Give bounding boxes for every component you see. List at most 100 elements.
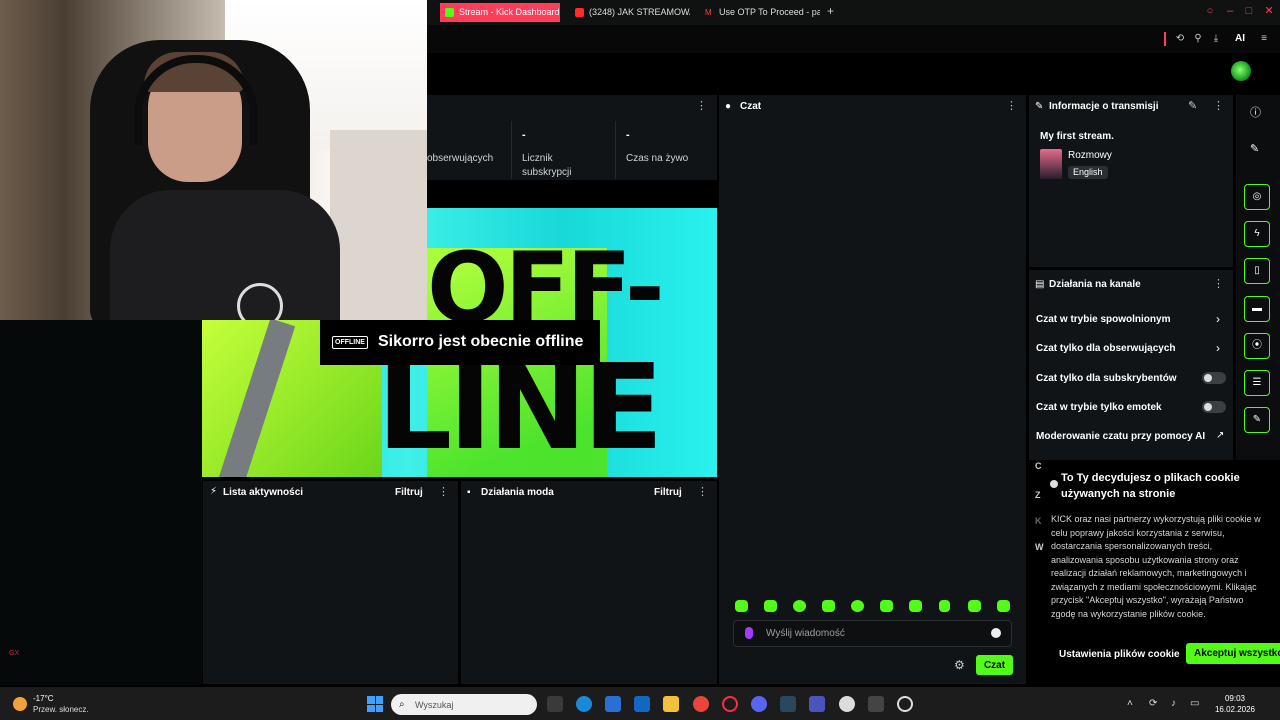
live-time-value: - <box>626 129 630 141</box>
layout-icon[interactable]: ☰ <box>1244 370 1270 396</box>
steam-icon[interactable] <box>780 696 796 712</box>
emote-icon[interactable] <box>822 600 835 612</box>
chat-message-input[interactable] <box>733 620 1012 647</box>
network-icon[interactable]: ▭ <box>1190 698 1199 709</box>
mod-menu-icon[interactable]: ⋮ <box>697 487 708 498</box>
action-emote-only: Czat w trybie tylko emotek <box>1036 402 1162 413</box>
action-ai-moderation[interactable]: Moderowanie czatu przy pomocy AI <box>1036 431 1205 442</box>
emote-only-toggle[interactable] <box>1202 401 1226 413</box>
activity-menu-icon[interactable]: ⋮ <box>438 487 449 498</box>
app-icon[interactable] <box>868 696 884 712</box>
mod-actions-panel <box>461 481 717 684</box>
activity-panel <box>203 481 458 684</box>
clock-time[interactable]: 09:03 <box>1214 694 1256 703</box>
avatar[interactable] <box>1231 61 1251 81</box>
tab-gmail[interactable]: M Use OTP To Proceed - pat <box>700 3 820 22</box>
channel-actions-title: Działania na kanale <box>1049 279 1141 290</box>
gear-icon[interactable]: ⚙ <box>954 658 965 672</box>
new-tab-button[interactable]: + <box>827 4 841 18</box>
outlook-icon[interactable] <box>634 696 650 712</box>
emote-icon[interactable] <box>939 600 950 612</box>
lightning-icon: ⚡ <box>210 486 218 497</box>
mod-filter-button[interactable]: Filtruj <box>654 487 682 498</box>
sync-icon[interactable]: ⟳ <box>1149 698 1157 709</box>
teams-icon[interactable] <box>809 696 825 712</box>
stats-menu-icon[interactable]: ⋮ <box>696 101 707 112</box>
chevron-right-icon[interactable]: › <box>1216 312 1220 326</box>
close-icon[interactable]: ✕ <box>1263 5 1275 17</box>
discord-icon[interactable] <box>751 696 767 712</box>
activity-filter-button[interactable]: Filtruj <box>395 487 423 498</box>
emote-icon[interactable] <box>735 600 748 612</box>
obs-icon[interactable] <box>897 696 913 712</box>
action-slow-mode[interactable]: Czat w trybie spowolnionym <box>1036 314 1170 325</box>
emote-icon[interactable] <box>880 600 893 612</box>
extensions-icon[interactable]: ⟲ <box>1174 33 1186 45</box>
tab-kick-dashboard[interactable]: Stream - Kick Dashboard <box>440 3 560 22</box>
offline-badge: OFFLINE <box>332 336 368 349</box>
emoji-icon[interactable] <box>991 628 1001 638</box>
stream-title: My first stream. <box>1040 131 1114 142</box>
microphone-tray-icon[interactable]: ♪ <box>1171 698 1176 709</box>
windows-start-icon[interactable] <box>367 696 383 712</box>
opera-gx-icon[interactable] <box>722 696 738 712</box>
chat-panel <box>719 95 1026 684</box>
live-time-label: Czas na żywo <box>626 153 689 164</box>
taskbar-search-input[interactable] <box>391 694 537 715</box>
chat-bubble-icon[interactable]: ▬ <box>1244 296 1270 322</box>
weather-temperature: -17°C <box>33 694 54 703</box>
mod-title: Działania moda <box>481 487 554 498</box>
chevron-up-icon[interactable]: ˄ <box>1127 698 1133 709</box>
stat-divider <box>615 121 616 179</box>
file-explorer-icon[interactable] <box>663 696 679 712</box>
settings-icon[interactable] <box>839 696 855 712</box>
bolt-icon[interactable]: ϟ <box>1244 221 1270 247</box>
subscribers-only-toggle[interactable] <box>1202 372 1226 384</box>
emote-icon[interactable] <box>997 600 1010 612</box>
actions-menu-icon[interactable]: ⋮ <box>1213 279 1224 290</box>
gx-label: GX <box>9 650 20 657</box>
external-link-icon[interactable]: ↗ <box>1216 430 1224 441</box>
browser-tab-bar: Stream - Kick Dashboard (3248) JAK STREA… <box>427 0 1280 25</box>
edge-icon[interactable] <box>576 696 592 712</box>
maximize-icon[interactable]: □ <box>1243 5 1255 17</box>
emote-icon[interactable] <box>764 600 777 612</box>
search-tabs-icon[interactable]: ○ <box>1204 5 1216 17</box>
chrome-icon[interactable] <box>693 696 709 712</box>
capture-icon[interactable]: ◎ <box>1244 184 1270 210</box>
broadcast-icon[interactable]: ⦿ <box>1244 333 1270 359</box>
info-menu-icon[interactable]: ⋮ <box>1213 101 1224 112</box>
emote-icon[interactable] <box>851 600 864 612</box>
menu-icon[interactable]: ≡ <box>1258 33 1270 45</box>
chat-send-button[interactable]: Czat <box>976 655 1013 675</box>
chevron-right-icon[interactable]: › <box>1216 341 1220 355</box>
store-icon[interactable] <box>605 696 621 712</box>
cookie-settings-button[interactable]: Ustawienia plików cookie <box>1051 644 1181 664</box>
clock-date[interactable]: 16.02.2026 <box>1210 705 1260 714</box>
minimize-icon[interactable]: – <box>1224 5 1236 17</box>
emote-icon[interactable] <box>968 600 981 612</box>
task-view-icon[interactable] <box>547 696 563 712</box>
document-icon[interactable]: ▯ <box>1244 258 1270 284</box>
info-icon[interactable]: ⓘ <box>1250 104 1261 120</box>
followers-label: obserwujących <box>427 153 494 164</box>
emote-icon[interactable] <box>909 600 922 612</box>
search-icon: ⌕ <box>399 699 405 710</box>
accept-all-cookies-button[interactable]: Akceptuj wszystko <box>1186 643 1280 664</box>
clipped-text: K <box>1035 516 1042 526</box>
kick-icon <box>445 8 454 17</box>
weather-icon[interactable] <box>13 697 27 711</box>
action-followers-only[interactable]: Czat tylko dla obserwujących <box>1036 343 1176 354</box>
ai-button[interactable]: AI <box>1230 33 1250 45</box>
chat-menu-icon[interactable]: ⋮ <box>1006 101 1017 112</box>
profile-icon[interactable]: ⚲ <box>1192 33 1204 45</box>
edit-icon[interactable]: ✎ <box>1188 101 1197 112</box>
microphone-icon[interactable] <box>745 627 753 639</box>
emote-icon[interactable] <box>793 600 806 612</box>
offline-art-text: LINE <box>377 338 663 476</box>
tab-youtube[interactable]: (3248) JAK STREAMOWAĆ <box>570 3 690 22</box>
tools-icon[interactable]: ✎ <box>1244 407 1270 433</box>
pencil-icon[interactable]: ✎ <box>1250 142 1259 155</box>
stream-info-panel <box>1029 95 1233 267</box>
download-icon[interactable]: ⤓ <box>1210 33 1222 45</box>
